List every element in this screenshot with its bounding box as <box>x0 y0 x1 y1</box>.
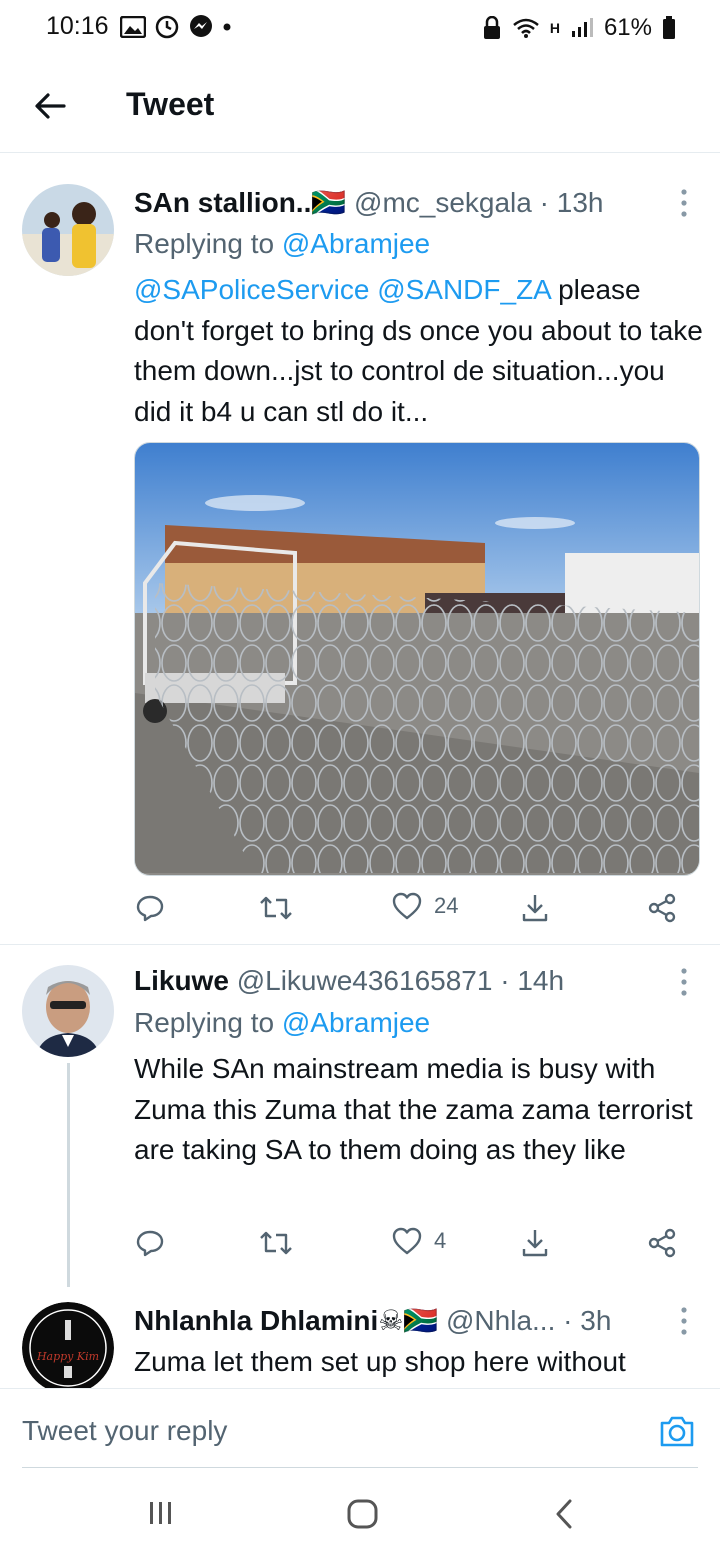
flag-emoji: ☠🇿🇦 <box>378 1305 439 1336</box>
back-nav-icon[interactable] <box>552 1498 576 1530</box>
gallery-icon <box>120 16 146 38</box>
more-options-icon[interactable] <box>676 188 692 218</box>
divider <box>22 1467 698 1468</box>
replying-to: Replying to @Abramjee <box>134 228 431 259</box>
mention-link[interactable]: @SAPoliceService <box>134 274 369 305</box>
tweet-thread: SAn stallion..🇿🇦 @mc_sekgala · 13h Reply… <box>0 160 720 1388</box>
replying-to: Replying to @Abramjee <box>134 1007 431 1038</box>
share-button[interactable] <box>646 1227 678 1259</box>
lock-icon <box>483 16 500 39</box>
battery-icon <box>663 16 675 39</box>
home-icon[interactable] <box>346 1498 380 1530</box>
more-options-icon[interactable] <box>676 1306 692 1336</box>
display-name[interactable]: Likuwe <box>134 965 229 996</box>
bookmark-button[interactable] <box>520 1227 550 1259</box>
tweet-image[interactable] <box>134 442 700 876</box>
heart-icon <box>392 1227 422 1255</box>
dot-icon <box>223 23 231 31</box>
tweet-text: @SAPoliceService @SANDF_ZA please don't … <box>134 274 703 427</box>
display-name[interactable]: Nhlanhla Dhlamini <box>134 1305 378 1336</box>
tweet-header: Likuwe @Likuwe436165871 · 14h <box>134 965 565 996</box>
download-icon <box>522 895 548 922</box>
wifi-icon <box>513 18 539 38</box>
reply-mention-link[interactable]: @Abramjee <box>282 228 430 259</box>
retweet-button[interactable] <box>258 892 294 924</box>
share-icon <box>648 1228 676 1258</box>
handle[interactable]: @Nhla... <box>446 1305 555 1336</box>
tweet[interactable]: SAn stallion..🇿🇦 @mc_sekgala · 13h Reply… <box>0 160 720 944</box>
back-arrow-icon[interactable] <box>30 86 70 126</box>
like-count: 24 <box>434 893 459 918</box>
timestamp[interactable]: 13h <box>557 187 604 218</box>
clock-icon <box>155 15 179 39</box>
thread-line <box>67 1063 70 1287</box>
handle[interactable]: @Likuwe436165871 <box>237 965 493 996</box>
like-button[interactable]: 24 <box>392 892 458 920</box>
status-bar: 10:16 H 61% <box>0 0 720 62</box>
share-icon <box>648 893 676 923</box>
avatar-logo-text: Happy Kim <box>36 1350 99 1363</box>
handle[interactable]: @mc_sekgala <box>354 187 532 218</box>
share-button[interactable] <box>646 892 678 924</box>
timestamp[interactable]: 14h <box>517 965 564 996</box>
recent-apps-icon[interactable] <box>146 1498 176 1528</box>
reply-button[interactable] <box>134 1227 166 1259</box>
reply-mention-link[interactable]: @Abramjee <box>282 1007 430 1038</box>
network-type: H <box>549 20 560 36</box>
heart-icon <box>392 892 422 920</box>
tweet-actions: 24 <box>134 892 690 932</box>
retweet-icon <box>260 896 292 920</box>
display-name[interactable]: SAn stallion.. <box>134 187 311 218</box>
retweet-icon <box>260 1231 292 1255</box>
system-nav-bar <box>0 1470 720 1560</box>
timestamp[interactable]: 3h <box>580 1305 611 1336</box>
status-time: 10:16 <box>46 12 109 40</box>
tweet[interactable]: Likuwe @Likuwe436165871 · 14h Replying t… <box>0 945 720 1287</box>
flag-emoji: 🇿🇦 <box>311 187 347 218</box>
tweet[interactable]: Happy Kim Nhlanhla Dhlamini☠🇿🇦 @Nhla... … <box>0 1290 720 1388</box>
camera-icon[interactable] <box>658 1413 696 1449</box>
tweet-text: While SAn mainstream media is busy with … <box>134 1053 693 1165</box>
like-button[interactable]: 4 <box>392 1227 446 1255</box>
reply-input[interactable]: Tweet your reply <box>22 1415 227 1447</box>
page-title: Tweet <box>126 86 215 122</box>
messenger-icon <box>190 15 212 37</box>
reply-icon <box>136 895 164 922</box>
header: Tweet <box>0 62 720 153</box>
battery-percent: 61% <box>603 14 652 41</box>
avatar[interactable] <box>22 965 114 1057</box>
reply-button[interactable] <box>134 892 166 924</box>
tweet-header: Nhlanhla Dhlamini☠🇿🇦 @Nhla... · 3h <box>134 1305 612 1336</box>
like-count: 4 <box>434 1228 447 1253</box>
reply-bar: Tweet your reply <box>0 1388 720 1469</box>
bookmark-button[interactable] <box>520 892 550 924</box>
avatar[interactable]: Happy Kim <box>22 1302 114 1388</box>
more-options-icon[interactable] <box>676 967 692 997</box>
tweet-header: SAn stallion..🇿🇦 @mc_sekgala · 13h <box>134 187 604 218</box>
signal-icon <box>571 18 593 37</box>
tweet-actions: 4 <box>134 1227 690 1267</box>
reply-icon <box>136 1230 164 1257</box>
retweet-button[interactable] <box>258 1227 294 1259</box>
download-icon <box>522 1230 548 1257</box>
avatar[interactable] <box>22 184 114 276</box>
tweet-text: Zuma let them set up shop here without <box>134 1346 626 1377</box>
mention-link[interactable]: @SANDF_ZA <box>377 274 550 305</box>
